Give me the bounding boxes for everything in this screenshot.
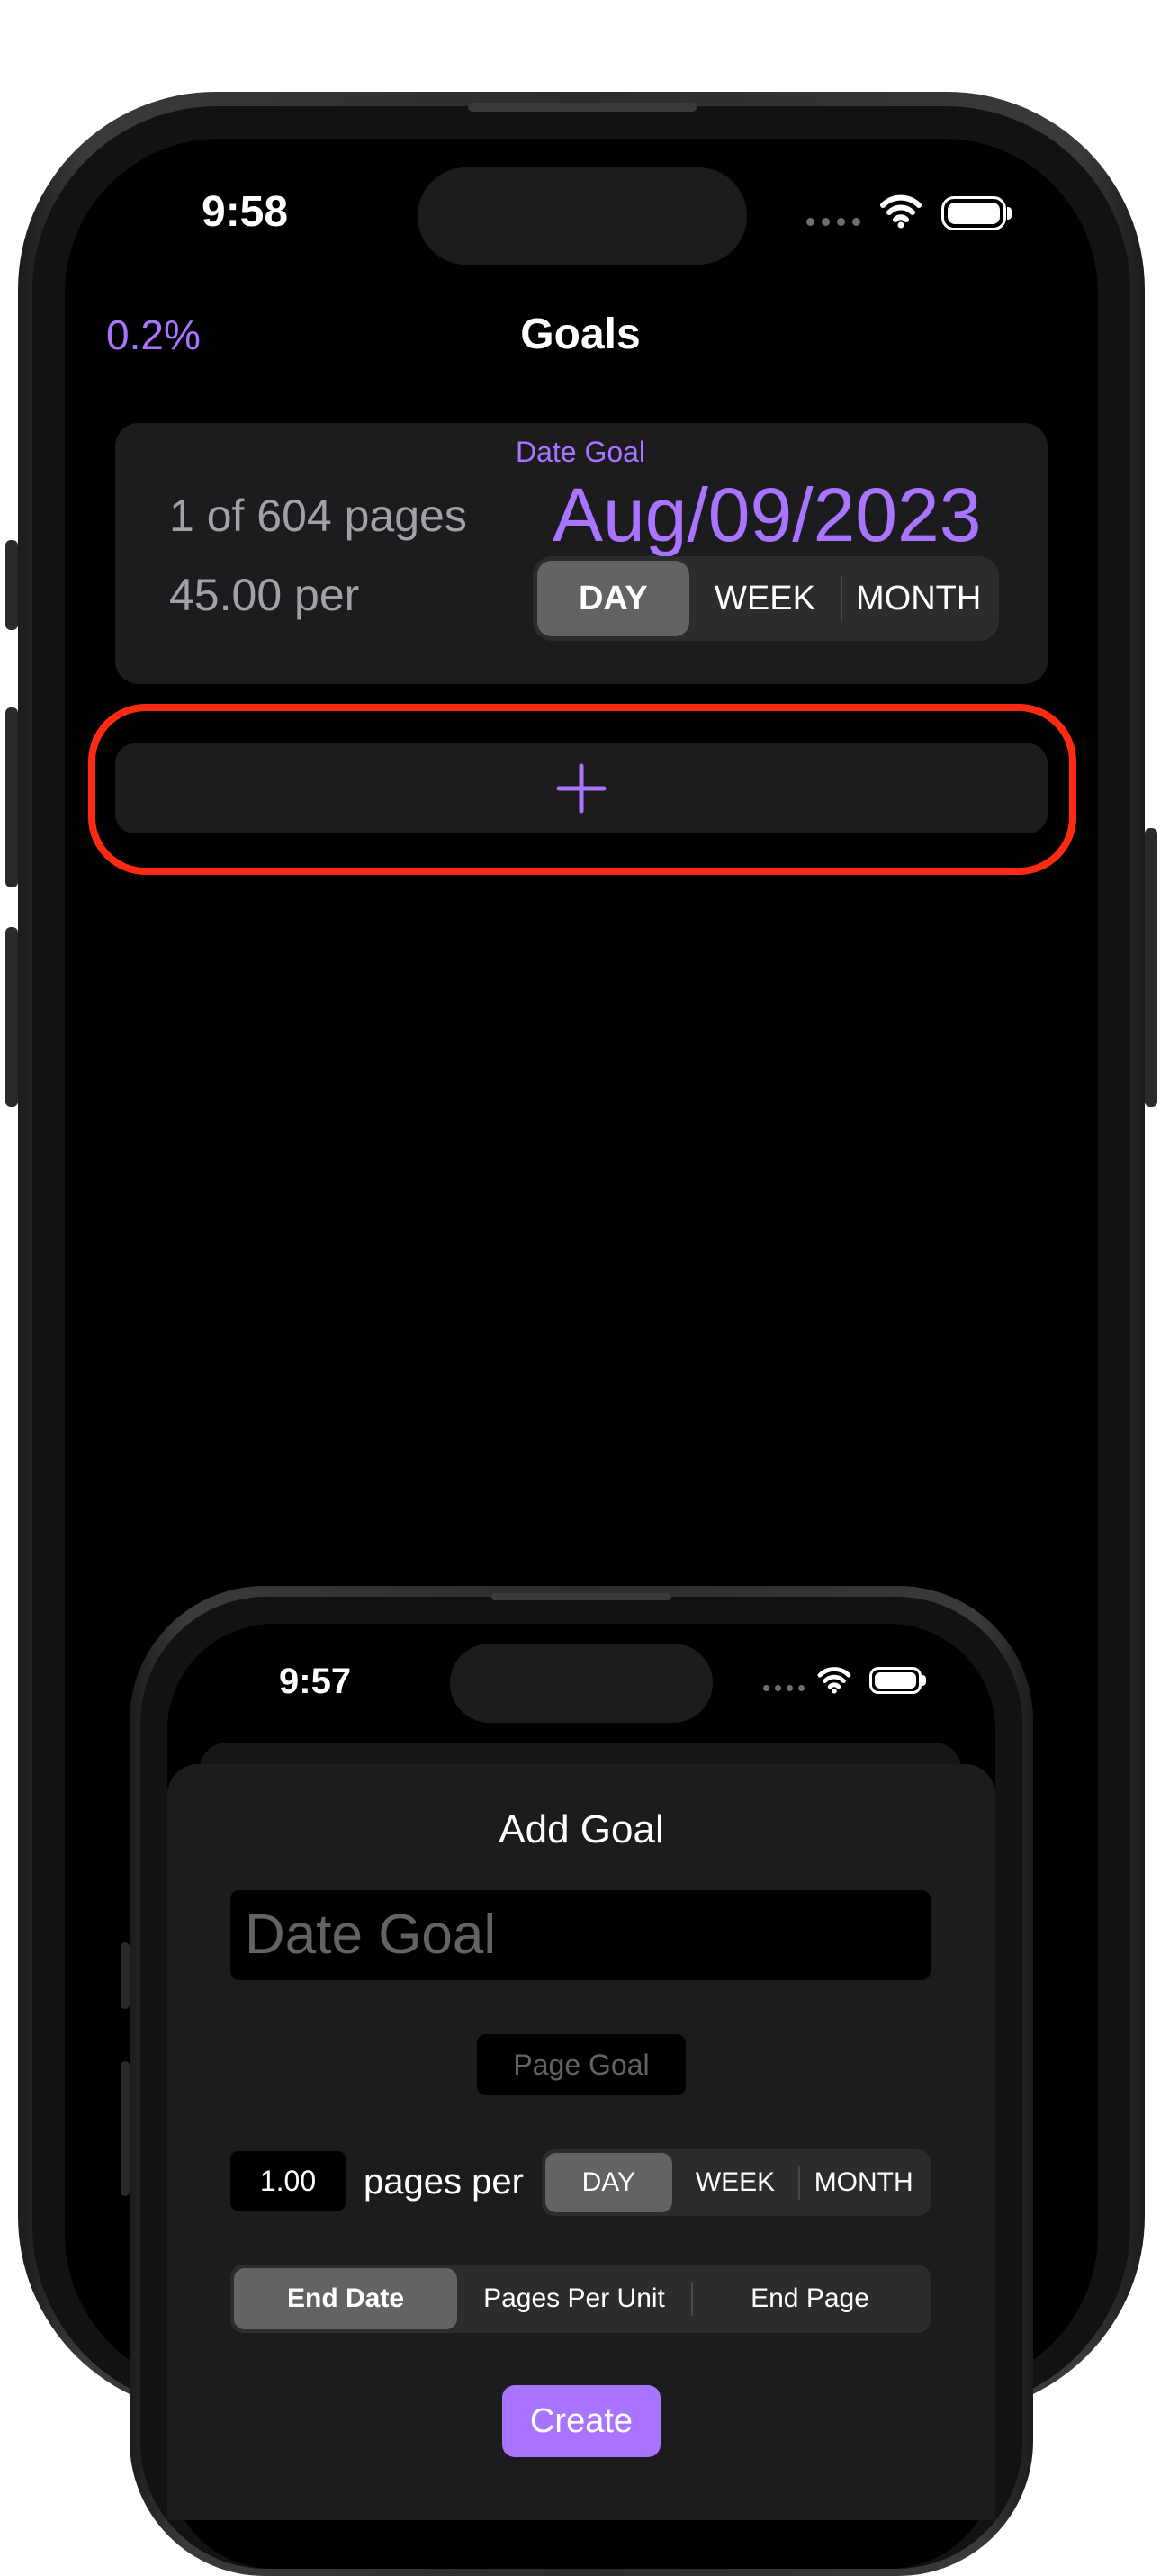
inset-volume-button: [121, 2061, 130, 2196]
pages-value-input[interactable]: 1.00: [230, 2151, 346, 2211]
goal-name-input[interactable]: Date Goal: [230, 1890, 931, 1980]
inset-dynamic-island: [450, 1644, 713, 1723]
earpiece: [468, 103, 697, 112]
volume-up-button: [5, 707, 18, 887]
goal-name-placeholder: Date Goal: [245, 1904, 497, 1966]
status-time: 9:58: [202, 188, 289, 236]
inset-battery-icon: [869, 1667, 922, 1694]
mode-end-page[interactable]: End Page: [693, 2268, 927, 2329]
goal-type-label: Date Goal: [515, 436, 646, 468]
inset-action-button: [121, 1942, 130, 2009]
battery-tip: [1007, 207, 1012, 220]
segment-week[interactable]: WEEK: [689, 561, 842, 636]
sheet-period-segmented-control[interactable]: DAY WEEK MONTH: [542, 2149, 931, 2216]
inset-status-time: 9:57: [279, 1662, 352, 1701]
cellular-signal-icon: [806, 218, 860, 226]
sheet-segment-day[interactable]: DAY: [545, 2153, 672, 2212]
goal-mode-segmented-control[interactable]: End Date Pages Per Unit End Page: [230, 2265, 931, 2333]
wifi-icon: [880, 194, 922, 229]
page-title: Goals: [520, 311, 641, 358]
create-button[interactable]: Create: [502, 2385, 661, 2457]
inset-cellular-signal-icon: [763, 1685, 805, 1691]
pages-rate-text: 45.00 per: [169, 570, 360, 620]
period-segmented-control[interactable]: DAY WEEK MONTH: [533, 556, 999, 641]
inset-wifi-icon: [817, 1667, 851, 1694]
sheet-title: Add Goal: [499, 1807, 664, 1851]
pages-progress-text: 1 of 604 pages: [169, 491, 467, 541]
sheet-segment-week[interactable]: WEEK: [672, 2153, 799, 2212]
volume-down-button: [5, 927, 18, 1107]
mode-pages-per-unit[interactable]: Pages Per Unit: [457, 2268, 691, 2329]
battery-icon: [941, 196, 1006, 230]
page-goal-toggle[interactable]: Page Goal: [477, 2034, 686, 2095]
segment-day[interactable]: DAY: [537, 561, 689, 636]
goal-end-date[interactable]: Aug/09/2023: [553, 472, 981, 559]
inset-earpiece: [491, 1593, 671, 1600]
segment-month[interactable]: MONTH: [842, 561, 994, 636]
sheet-segment-month[interactable]: MONTH: [800, 2153, 927, 2212]
dynamic-island: [418, 167, 747, 265]
mode-end-date[interactable]: End Date: [234, 2268, 457, 2329]
action-button: [5, 540, 18, 630]
highlight-box: [88, 704, 1076, 875]
power-button: [1145, 828, 1157, 1107]
progress-percent[interactable]: 0.2%: [106, 311, 201, 359]
pages-per-label: pages per: [364, 2162, 524, 2202]
